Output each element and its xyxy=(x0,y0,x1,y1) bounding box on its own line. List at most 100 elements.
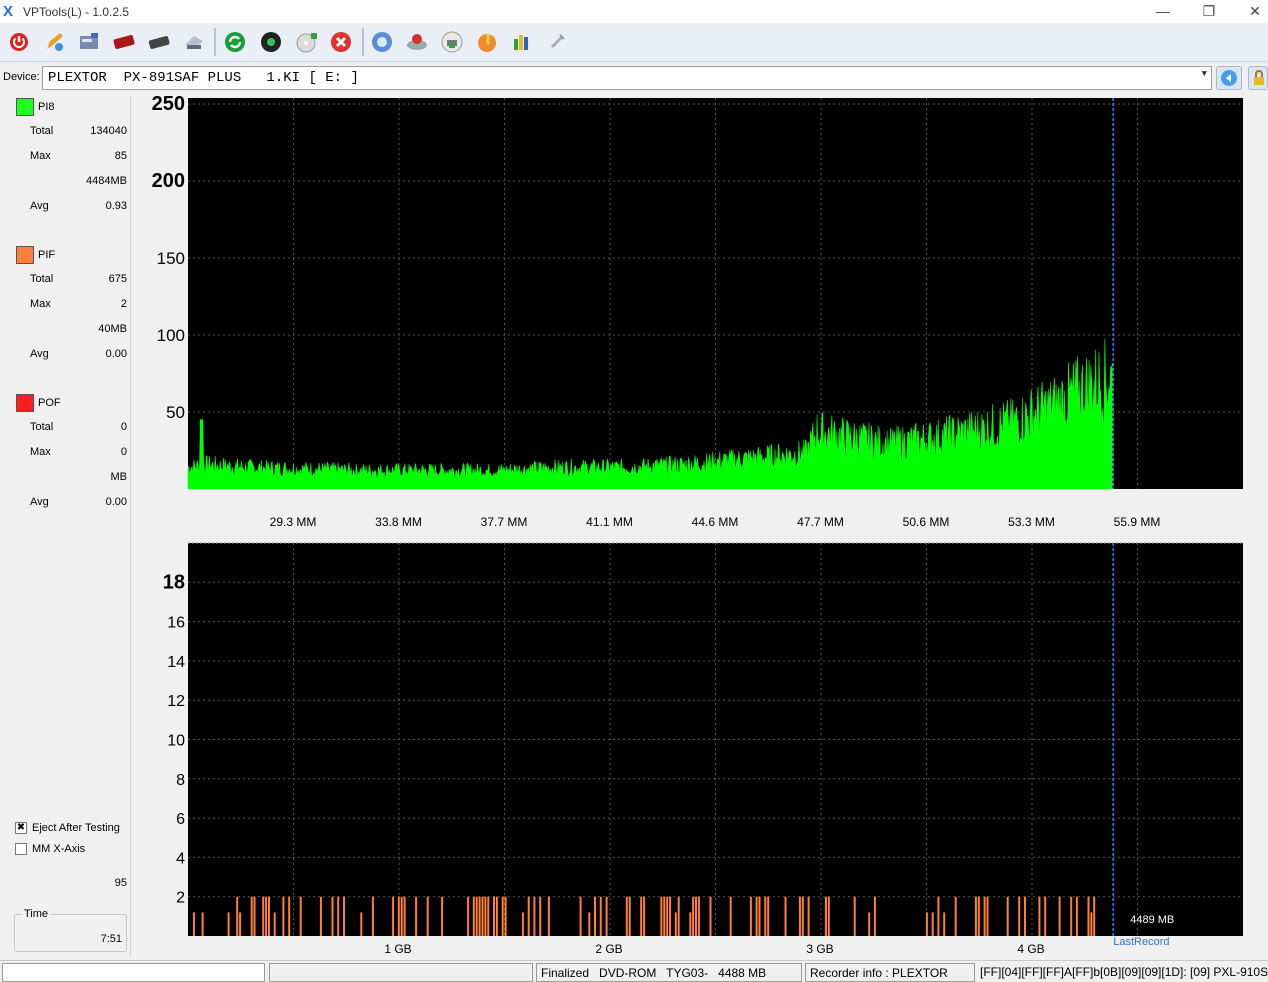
pif-bar xyxy=(192,912,195,936)
pif-y-tick-label: 4 xyxy=(176,850,185,867)
pif-bar xyxy=(784,896,787,936)
pif-bar xyxy=(599,896,602,936)
status-bar: Finalized DVD-ROM TYG03- 4488 MB Recorde… xyxy=(0,960,1268,982)
pif-bar xyxy=(467,896,470,936)
pif-bar xyxy=(331,896,334,936)
printer-icon[interactable] xyxy=(439,29,465,55)
time-label: Time xyxy=(22,908,51,920)
pif-bar xyxy=(588,912,591,936)
pif-avg-label: Avg xyxy=(30,348,49,360)
pif-total-label: Total xyxy=(30,273,54,285)
pif-bar xyxy=(695,896,697,936)
pif-bar xyxy=(1006,896,1009,936)
power-icon[interactable] xyxy=(6,29,32,55)
close-button[interactable]: ✕ xyxy=(1232,0,1268,23)
maximize-button[interactable]: ❐ xyxy=(1186,0,1232,23)
status-segment-2 xyxy=(269,963,533,982)
pif-bar xyxy=(594,896,596,936)
minimize-button[interactable]: — xyxy=(1140,0,1186,23)
pi8-x-tick-label: 41.1 MM xyxy=(586,515,633,529)
pif-total-value: 675 xyxy=(108,273,127,285)
disc-red-icon[interactable] xyxy=(111,29,137,55)
pif-bar xyxy=(943,912,946,936)
pif-avg-value: 0.00 xyxy=(105,348,127,360)
disc-dark-icon[interactable] xyxy=(146,29,172,55)
pif-max-value: 2 xyxy=(120,298,127,310)
drive-info-icon[interactable] xyxy=(76,29,102,55)
pif-bar xyxy=(441,896,444,936)
pif-bar xyxy=(827,896,830,936)
device-select-value: PLEXTOR PX-891SAF PLUS 1.KI [ E: ] xyxy=(48,70,359,86)
eject-after-testing-label: Eject After Testing xyxy=(32,822,120,834)
back-arrow-icon xyxy=(1221,70,1237,86)
pif-bar xyxy=(533,896,536,936)
pif-bar xyxy=(1087,896,1090,936)
pif-y-tick-label: 18 xyxy=(163,571,185,593)
pif-bar xyxy=(677,896,680,936)
lock-button[interactable] xyxy=(1248,66,1268,90)
pif-bar xyxy=(824,896,827,936)
pif-bar xyxy=(250,896,253,936)
pi8-total-label: Total xyxy=(30,125,54,137)
disc-scan-icon[interactable] xyxy=(258,29,284,55)
pof-max-label: Max xyxy=(30,446,51,458)
fire-icon[interactable] xyxy=(474,29,500,55)
pif-bar xyxy=(983,896,986,936)
speed-value: 95 xyxy=(114,877,127,889)
pi8-y-tick-label: 50 xyxy=(166,403,185,422)
disc-blue-icon[interactable] xyxy=(369,29,395,55)
pif-bar xyxy=(343,896,345,936)
pif-bar xyxy=(605,896,608,936)
pif-bar xyxy=(487,896,490,936)
pif-bar xyxy=(798,896,801,936)
chart-icon[interactable] xyxy=(509,29,535,55)
pof-total-value: 0 xyxy=(120,421,127,433)
pif-bar xyxy=(663,896,666,936)
device-bar: Device: PLEXTOR PX-891SAF PLUS 1.KI [ E:… xyxy=(0,63,1268,93)
refresh-icon[interactable] xyxy=(222,29,248,55)
pof-avg-value: 0.00 xyxy=(105,496,127,508)
device-select[interactable]: PLEXTOR PX-891SAF PLUS 1.KI [ E: ] ▼ xyxy=(42,66,1212,90)
disc-add-icon[interactable] xyxy=(294,29,320,55)
pi8-y-tick-label: 150 xyxy=(157,249,185,268)
pif-y-tick-label: 10 xyxy=(167,733,185,750)
settings-icon[interactable] xyxy=(544,29,570,55)
pif-bar xyxy=(392,896,395,936)
chevron-down-icon[interactable]: ▼ xyxy=(1202,69,1207,79)
pif-bar xyxy=(282,896,285,936)
pi8-x-tick-label: 50.6 MM xyxy=(903,515,950,529)
pif-bar xyxy=(755,896,758,936)
mm-x-axis-checkbox[interactable] xyxy=(15,843,27,855)
pif-x-tick-label: 1 GB xyxy=(384,942,411,956)
pif-max-label: Max xyxy=(30,298,51,310)
pif-bar xyxy=(660,896,663,936)
pi8-max-position: 4484MB xyxy=(86,175,127,187)
pi8-x-tick-label: 55.9 MM xyxy=(1114,515,1161,529)
eject-tray-button[interactable] xyxy=(1216,66,1242,90)
pif-bar xyxy=(1075,896,1078,936)
pif-bar xyxy=(1038,896,1041,936)
pif-max-position: 40MB xyxy=(98,323,127,335)
disc-burn-icon[interactable] xyxy=(404,29,430,55)
pi8-x-tick-label: 37.7 MM xyxy=(481,515,528,529)
pif-bar xyxy=(239,912,242,936)
pif-bar xyxy=(643,896,646,936)
pi8-x-tick-label: 53.3 MM xyxy=(1008,515,1055,529)
pif-bar xyxy=(764,896,767,936)
pif-x-tick-label: 4 GB xyxy=(1017,942,1044,956)
stats-panel: PI8 Total 134040 Max 85 4484MB Avg 0.93 … xyxy=(10,96,131,956)
scanner-icon[interactable] xyxy=(181,29,207,55)
stop-icon[interactable] xyxy=(328,29,354,55)
pif-bar xyxy=(288,896,291,936)
status-segment-1 xyxy=(2,963,265,982)
pif-bar xyxy=(669,896,672,936)
pencil-icon[interactable] xyxy=(41,29,67,55)
pif-bar xyxy=(475,896,478,936)
pi8-x-tick-label: 33.8 MM xyxy=(375,515,422,529)
eject-after-testing-checkbox[interactable]: ✖ xyxy=(15,822,27,834)
pof-avg-label: Avg xyxy=(30,496,49,508)
pif-bar xyxy=(801,896,804,936)
pif-bar xyxy=(873,896,876,936)
pif-bar xyxy=(697,896,700,936)
pif-bar xyxy=(227,912,230,936)
